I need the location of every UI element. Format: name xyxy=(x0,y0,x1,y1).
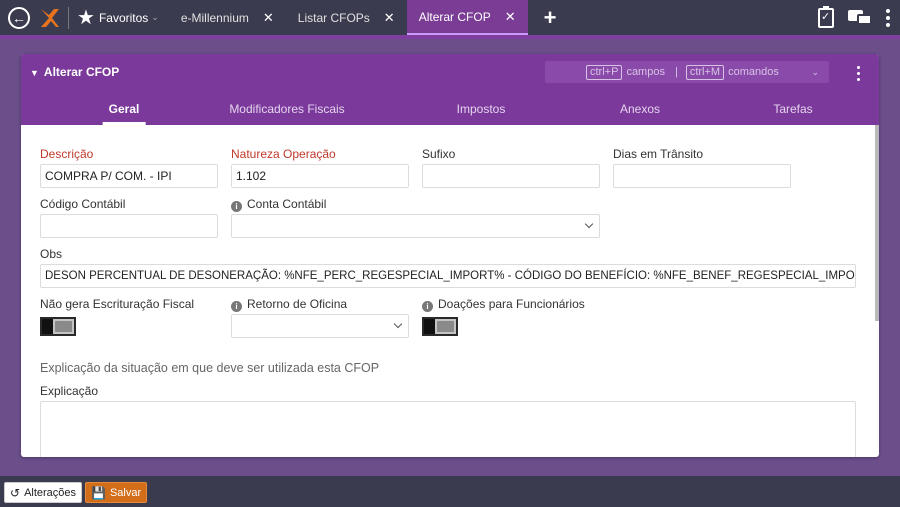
tab-label: Alterar CFOP xyxy=(418,9,491,24)
doacoes-text: Doações para Funcionários xyxy=(438,297,585,311)
close-icon[interactable]: ✕ xyxy=(263,10,274,26)
descricao-label: Descrição xyxy=(40,147,94,161)
close-icon[interactable]: ✕ xyxy=(505,9,516,25)
conta-contabil-select[interactable] xyxy=(231,214,600,238)
salvar-label: Salvar xyxy=(109,486,142,499)
cmd-separator: | xyxy=(674,66,678,78)
info-icon[interactable]: i xyxy=(231,201,242,212)
sufixo-field[interactable] xyxy=(422,164,600,188)
favorites-label: Favoritos xyxy=(98,10,149,25)
campos-label: campos xyxy=(626,66,665,78)
descricao-field[interactable]: COMPRA P/ COM. - IPI xyxy=(40,164,218,188)
comandos-label: comandos xyxy=(728,66,779,78)
caret-down-icon: ▼ xyxy=(30,68,39,78)
alteracoes-button[interactable]: ↺ Alterações xyxy=(4,482,83,503)
back-arrow-icon[interactable]: ← xyxy=(8,6,30,29)
close-icon[interactable]: ✕ xyxy=(384,10,395,26)
tab-alterar-cfop[interactable]: Alterar CFOP ✕ xyxy=(406,0,528,35)
topbar-actions xyxy=(818,0,890,35)
star-icon: ★ xyxy=(77,7,95,29)
favorites-menu[interactable]: ★ Favoritos ⌄ xyxy=(77,5,159,30)
sufixo-label: Sufixo xyxy=(422,147,456,161)
tab-label: e-Millennium xyxy=(180,10,249,25)
tab-listar-cfops[interactable]: Listar CFOPs ✕ xyxy=(286,0,407,35)
new-tab-plus-icon[interactable]: + xyxy=(544,5,557,31)
retorno-label: i Retorno de Oficina xyxy=(231,297,347,312)
chat-icon[interactable] xyxy=(848,9,872,27)
panel-header: ▼ Alterar CFOP ctrl+P campos | ctrl+M com… xyxy=(21,54,879,125)
save-icon: 💾 xyxy=(91,485,106,500)
panel-tabs: Geral Modificadores Fiscais Impostos Ane… xyxy=(21,102,879,125)
natureza-label: Natureza Operação xyxy=(231,147,336,161)
nao-gera-toggle[interactable] xyxy=(40,317,76,336)
nao-gera-label: Não gera Escrituração Fiscal xyxy=(40,297,195,311)
clipboard-check-icon[interactable] xyxy=(818,5,834,28)
chevron-down-icon xyxy=(393,319,403,329)
conta-contabil-text: Conta Contábil xyxy=(247,197,327,211)
more-options-icon[interactable] xyxy=(886,8,890,27)
tab-impostos[interactable]: Impostos xyxy=(457,102,506,125)
tab-label: Listar CFOPs xyxy=(297,10,370,25)
history-icon: ↺ xyxy=(10,485,21,500)
chevron-down-icon[interactable]: ⌄ xyxy=(811,67,819,78)
brand-logo-icon[interactable] xyxy=(38,7,60,29)
tab-underline-strip xyxy=(0,35,900,39)
codigo-contabil-field[interactable] xyxy=(40,214,218,238)
conta-contabil-label: i Conta Contábil xyxy=(231,197,326,212)
tab-modificadores-fiscais[interactable]: Modificadores Fiscais xyxy=(229,102,344,125)
tab-geral[interactable]: Geral xyxy=(102,102,146,125)
panel-title[interactable]: ▼ Alterar CFOP xyxy=(30,65,119,79)
info-icon[interactable]: i xyxy=(422,301,433,312)
info-icon[interactable]: i xyxy=(231,301,242,312)
tab-anexos[interactable]: Anexos xyxy=(620,102,660,125)
panel-more-icon[interactable] xyxy=(857,66,860,81)
obs-field[interactable]: DESON PERCENTUAL DE DESONERAÇÃO: %NFE_PE… xyxy=(40,264,856,288)
shortcut-campos: ctrl+P xyxy=(586,64,623,80)
retorno-select[interactable] xyxy=(231,314,409,338)
doacoes-toggle[interactable] xyxy=(422,317,458,336)
separator xyxy=(68,6,69,29)
section-title: Explicação da situação em que deve ser u… xyxy=(40,361,380,375)
top-bar: ← ★ Favoritos ⌄ e-Millennium ✕ Listar CF… xyxy=(0,0,900,35)
shortcut-comandos: ctrl+M xyxy=(685,64,725,80)
explicacao-textarea[interactable] xyxy=(40,401,856,457)
chevron-down-icon xyxy=(584,219,594,229)
alterar-cfop-panel: ▼ Alterar CFOP ctrl+P campos | ctrl+M com… xyxy=(21,54,879,457)
doacoes-label: i Doações para Funcionários xyxy=(422,297,585,312)
codigo-contabil-label: Código Contábil xyxy=(40,197,126,211)
natureza-field[interactable]: 1.102 xyxy=(231,164,409,188)
obs-label: Obs xyxy=(40,247,63,261)
dias-label: Dias em Trânsito xyxy=(613,147,704,161)
explicacao-label: Explicação xyxy=(40,384,99,398)
tab-tarefas[interactable]: Tarefas xyxy=(773,102,812,125)
alteracoes-label: Alterações xyxy=(24,486,77,499)
panel-title-text: Alterar CFOP xyxy=(43,65,120,79)
scrollbar[interactable] xyxy=(875,125,879,321)
salvar-button[interactable]: 💾 Salvar xyxy=(85,482,148,503)
dias-field[interactable] xyxy=(613,164,791,188)
retorno-text: Retorno de Oficina xyxy=(247,297,348,311)
bottom-bar: ↺ Alterações 💾 Salvar xyxy=(0,476,900,507)
tab-e-millennium[interactable]: e-Millennium ✕ xyxy=(169,0,286,35)
command-bar[interactable]: ctrl+P campos | ctrl+M comandos ⌄ xyxy=(545,61,829,83)
chevron-down-icon: ⌄ xyxy=(151,12,159,22)
